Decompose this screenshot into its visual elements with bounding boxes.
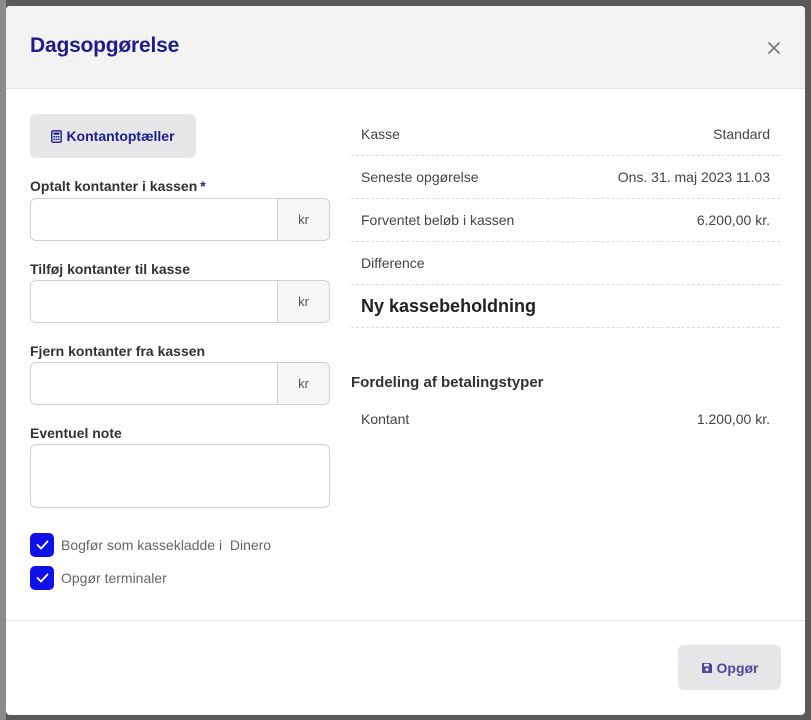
- counted-cash-label: Optalt kontanter i kassen *: [30, 178, 206, 194]
- close-icon: [768, 42, 780, 54]
- modal-title: Dagsopgørelse: [30, 34, 180, 57]
- summary-key: Kasse: [361, 126, 400, 142]
- payment-row-cash: Kontant 1.200,00 kr.: [351, 397, 780, 440]
- counted-cash-group: kr: [30, 198, 330, 241]
- note-textarea[interactable]: [30, 444, 330, 508]
- cash-counter-button[interactable]: Kontantoptæller: [30, 114, 196, 158]
- currency-addon: kr: [277, 363, 329, 404]
- counted-cash-label-text: Optalt kontanter i kassen: [30, 178, 198, 194]
- payment-types-title: Fordeling af betalingstyper: [351, 374, 544, 391]
- checkmark-icon: [36, 573, 48, 583]
- summary-key: Seneste opgørelse: [361, 169, 479, 185]
- summary-row-new-balance: Ny kassebeholdning: [351, 285, 780, 328]
- currency-addon: kr: [277, 199, 329, 240]
- summary-key: Difference: [361, 255, 425, 271]
- calculator-icon: [51, 129, 63, 143]
- footer-divider: [6, 620, 805, 621]
- note-label: Eventuel note: [30, 425, 122, 441]
- bookkeeping-checkbox[interactable]: [30, 533, 54, 557]
- remove-cash-label: Fjern kontanter fra kassen: [30, 343, 206, 359]
- add-cash-input[interactable]: [31, 281, 277, 322]
- summary-row-expected-amount: Forventet beløb i kassen 6.200,00 kr.: [351, 199, 780, 242]
- summary-row-register: Kasse Standard: [351, 113, 780, 156]
- terminals-checkbox[interactable]: [30, 566, 54, 590]
- terminals-checkbox-row[interactable]: Opgør terminaler: [30, 566, 167, 590]
- add-cash-group: kr: [30, 280, 330, 323]
- settle-button-label: Opgør: [716, 659, 759, 676]
- summary-value: Standard: [713, 126, 770, 142]
- terminals-checkbox-label: Opgør terminaler: [61, 570, 167, 586]
- modal-header: Dagsopgørelse: [6, 6, 805, 89]
- save-icon: [701, 662, 712, 673]
- currency-addon: kr: [277, 281, 329, 322]
- summary-row-difference: Difference: [351, 242, 780, 285]
- settle-button[interactable]: Opgør: [678, 645, 781, 690]
- payment-key: Kontant: [361, 410, 410, 427]
- remove-cash-input[interactable]: [31, 363, 277, 404]
- close-button[interactable]: [762, 36, 786, 60]
- summary-key: Ny kassebeholdning: [361, 295, 537, 316]
- summary-value: Ons. 31. maj 2023 11.03: [617, 169, 770, 185]
- summary-row-last-settlement: Seneste opgørelse Ons. 31. maj 2023 11.0…: [351, 156, 780, 199]
- required-mark: *: [200, 178, 206, 194]
- bookkeeping-checkbox-label: Bogfør som kassekladde i Dinero: [61, 537, 272, 553]
- summary-key: Forventet beløb i kassen: [361, 212, 515, 228]
- counted-cash-input[interactable]: [31, 199, 277, 240]
- summary-value: 6.200,00 kr.: [696, 212, 770, 228]
- payment-value: 1.200,00 kr.: [696, 410, 770, 427]
- cash-counter-label: Kontantoptæller: [66, 128, 175, 144]
- checkmark-icon: [36, 540, 48, 550]
- dagsopgorelse-modal: Dagsopgørelse Kontantoptæller Optalt kon…: [6, 6, 805, 715]
- remove-cash-group: kr: [30, 362, 330, 405]
- bookkeeping-checkbox-row[interactable]: Bogfør som kassekladde i Dinero: [30, 533, 271, 557]
- add-cash-label: Tilføj kontanter til kasse: [30, 261, 191, 277]
